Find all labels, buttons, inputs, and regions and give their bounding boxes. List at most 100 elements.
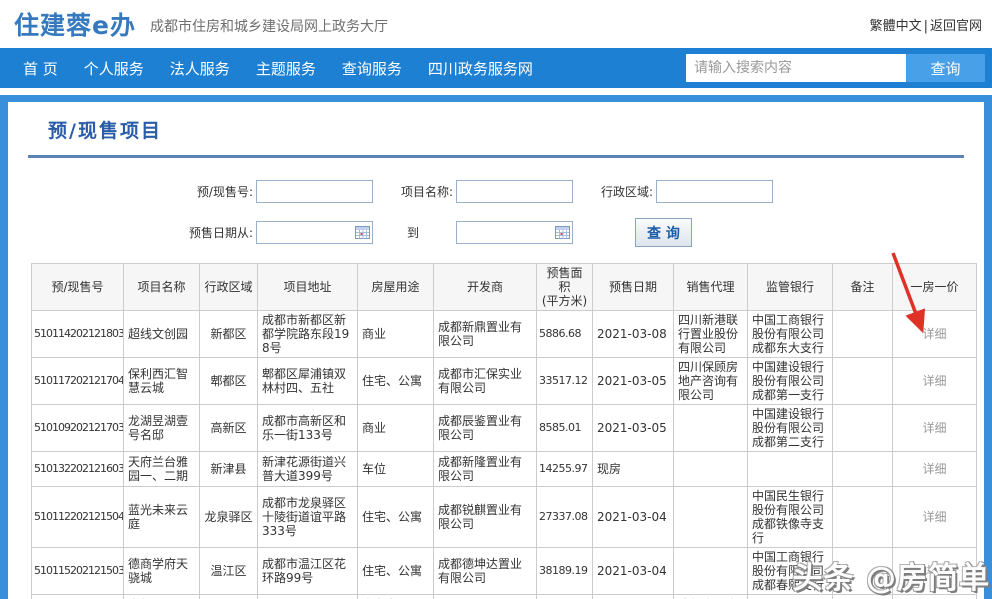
table-cell: 新都区: [200, 311, 258, 358]
table-cell: 510117202121704: [32, 358, 124, 405]
table-cell: 保利西汇智慧云城: [124, 358, 200, 405]
detail-link[interactable]: 详细: [922, 564, 946, 578]
table-cell: 成都市高新区和乐一街133号: [258, 405, 358, 452]
district-label: 行政区域:: [573, 183, 653, 200]
table-cell: [674, 548, 748, 595]
presale-no-input[interactable]: [256, 180, 373, 203]
column-header: 项目地址: [258, 264, 358, 311]
table-cell: 中心城区: [200, 595, 258, 599]
detail-link[interactable]: 详细: [922, 510, 946, 524]
return-official-link[interactable]: 返回官网: [930, 19, 982, 34]
calendar-icon[interactable]: [355, 225, 370, 239]
table-cell: 中国工商银行股份有限公司成都春熙支行: [748, 548, 833, 595]
table-cell: [674, 487, 748, 548]
detail-link[interactable]: 详细: [922, 327, 946, 341]
site-search-input[interactable]: [686, 54, 906, 82]
table-cell: 住宅、公寓: [358, 358, 434, 405]
content-area: 预/现售项目 预/现售号: 项目名称: 行政区域: 预售日期从:: [0, 95, 992, 599]
table-cell: [833, 595, 893, 599]
column-header: 房屋用途: [358, 264, 434, 311]
column-header: 预售日期: [593, 264, 674, 311]
project-name-input[interactable]: [456, 180, 573, 203]
table-cell: 成都市龙泉驿区十陵街道谊平路333号: [258, 487, 358, 548]
table-cell: 四川新港联行置业股份有限公司: [674, 311, 748, 358]
table-cell: [833, 311, 893, 358]
query-button[interactable]: 查 询: [635, 218, 692, 247]
table-cell: [833, 452, 893, 487]
table-row: 510114202121803超线文创园新都区成都市新都区新都学院路东段198号…: [32, 311, 977, 358]
table-cell: 2021-03-05: [593, 405, 674, 452]
site-header: 住建蓉e办 成都市住房和城乡建设局网上政务大厅 繁體中文|返回官网: [0, 0, 992, 48]
table-cell: 四川保顾房地产咨询有限公司: [674, 358, 748, 405]
filter-form: 预/现售号: 项目名称: 行政区域: 预售日期从:: [8, 180, 984, 247]
nav-item-theme-services[interactable]: 主题服务: [243, 58, 329, 79]
table-cell: 蓝光未来云庭: [124, 487, 200, 548]
table-cell: 车位: [358, 452, 434, 487]
site-search-button[interactable]: 查询: [906, 54, 985, 82]
table-body: 510114202121803超线文创园新都区成都市新都区新都学院路东段198号…: [32, 311, 977, 599]
main-nav: 首 页个人服务法人服务主题服务查询服务四川政务服务网 查询: [0, 48, 992, 88]
table-cell: 现房: [593, 452, 674, 487]
link-divider: |: [924, 19, 928, 34]
table-cell: 温江区: [200, 548, 258, 595]
nav-item-sichuan-gov-portal[interactable]: 四川政务服务网: [415, 58, 546, 79]
district-input[interactable]: [656, 180, 773, 203]
table-row: 510132202121603天府兰台雅园一、二期新津县新津花源街道兴普大道39…: [32, 452, 977, 487]
table-cell: 中国工商银行股份有限公司成都东大支行: [748, 311, 833, 358]
detail-link[interactable]: 详细: [922, 421, 946, 435]
project-name-label: 项目名称:: [373, 183, 453, 200]
table-row: 510115202121503德商学府天骁城温江区成都市温江区花环路99号住宅、…: [32, 548, 977, 595]
table-cell: 成都高投资产经营管理有限公司: [434, 595, 537, 599]
column-header: 预/现售号: [32, 264, 124, 311]
table-cell: 住宅、公寓: [358, 487, 434, 548]
table-row: 510117202121704保利西汇智慧云城郫都区郫都区犀浦镇双林村四、五社住…: [32, 358, 977, 405]
table-cell: 商业: [358, 405, 434, 452]
top-links: 繁體中文|返回官网: [870, 15, 982, 34]
date-to-box: [456, 221, 573, 244]
site-subtitle: 成都市住房和城乡建设局网上政务大厅: [150, 16, 388, 36]
detail-link[interactable]: 详细: [922, 374, 946, 388]
table-row: 510109202121703龙湖昱湖壹号名邸高新区成都市高新区和乐一街133号…: [32, 405, 977, 452]
table-cell: 38189.19: [537, 548, 593, 595]
table-cell: 中国民生银行股份有限公司成都铁像寺支行: [748, 487, 833, 548]
column-header: 行政区域: [200, 264, 258, 311]
table-cell: 超线文创园: [124, 311, 200, 358]
table-cell: 38409.97: [537, 595, 593, 599]
nav-item-query-services[interactable]: 查询服务: [329, 58, 415, 79]
table-cell: 郫都区: [200, 358, 258, 405]
table-cell: 成都锐麒置业有限公司: [434, 487, 537, 548]
table-cell: 8585.01: [537, 405, 593, 452]
table-cell: 中国建设银行股份有限公司成都第二支行: [748, 405, 833, 452]
table-cell: [833, 487, 893, 548]
table-cell: 郫都区犀浦镇双林村四、五社: [258, 358, 358, 405]
nav-item-home[interactable]: 首 页: [10, 58, 71, 79]
detail-cell: 详细: [893, 487, 977, 548]
detail-cell: 详细: [893, 595, 977, 599]
table-cell: 中国建设银行股份有限公司成都第一支行: [748, 358, 833, 405]
table-cell: 510109202121703: [32, 405, 124, 452]
page: 住建蓉e办 成都市住房和城乡建设局网上政务大厅 繁體中文|返回官网 首 页个人服…: [0, 0, 992, 599]
column-header: 一房一价: [893, 264, 977, 311]
table-cell: 510114202121803: [32, 311, 124, 358]
calendar-icon[interactable]: [555, 225, 570, 239]
nav-item-corporate-services[interactable]: 法人服务: [157, 58, 243, 79]
date-from-label: 预售日期从:: [158, 224, 253, 241]
date-to-label: 到: [373, 224, 453, 241]
table-cell: 德商学府天骁城: [124, 548, 200, 595]
site-logo: 住建蓉e办: [14, 6, 136, 42]
table-cell: 成都新隆置业有限公司: [434, 452, 537, 487]
table-cell: 2021-03-08: [593, 311, 674, 358]
table-cell: 510109202121304: [32, 595, 124, 599]
table-cell: 成都德坤达置业有限公司: [434, 548, 537, 595]
detail-cell: 详细: [893, 548, 977, 595]
detail-cell: 详细: [893, 405, 977, 452]
detail-link[interactable]: 详细: [922, 462, 946, 476]
table-cell: 5886.68: [537, 311, 593, 358]
traditional-chinese-link[interactable]: 繁體中文: [870, 19, 922, 34]
nav-item-personal-services[interactable]: 个人服务: [71, 58, 157, 79]
table-cell: 高新区和乐二街150号: [258, 595, 358, 599]
nav-items: 首 页个人服务法人服务主题服务查询服务四川政务服务网: [10, 58, 546, 79]
table-cell: 成都市汇保实业有限公司: [434, 358, 537, 405]
table-cell: 2021-03-05: [593, 358, 674, 405]
table-row: 510109202121304高新区人工智能南区创新中心中心城区高新区和乐二街1…: [32, 595, 977, 599]
